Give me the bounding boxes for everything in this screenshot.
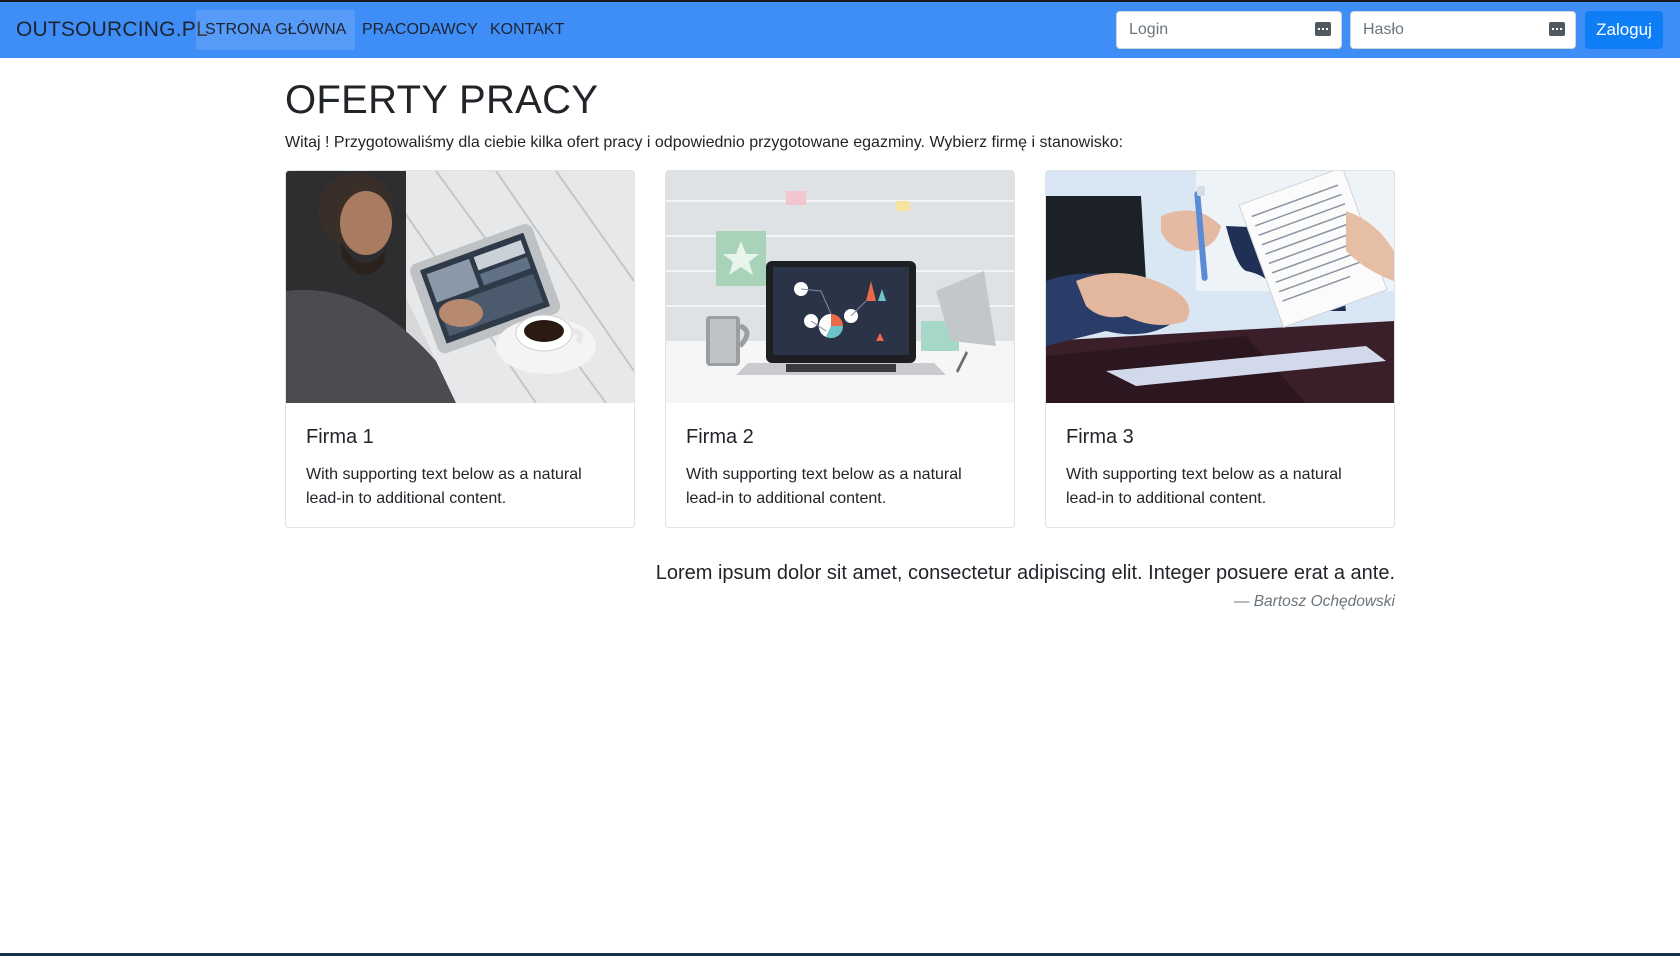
password-manager-icon[interactable] xyxy=(1549,22,1565,36)
intro-text: Witaj ! Przygotowaliśmy dla ciebie kilka… xyxy=(285,134,1124,151)
login-field xyxy=(1116,11,1342,49)
card-image-tablet xyxy=(286,171,634,403)
company-card-2[interactable]: Firma 2 With supporting text below as a … xyxy=(665,170,1015,528)
card-text: With supporting text below as a natural … xyxy=(306,466,582,507)
password-manager-icon[interactable] xyxy=(1315,22,1331,36)
navbar: OUTSOURCING.PL STRONA GŁÓWNA PRACODAWCY … xyxy=(0,2,1680,58)
nav-link-contact[interactable]: KONTAKT xyxy=(481,10,573,50)
card-image-laptop xyxy=(666,171,1014,403)
login-input[interactable] xyxy=(1117,12,1319,48)
card-image-documents xyxy=(1046,171,1394,403)
login-button[interactable]: Zaloguj xyxy=(1585,11,1663,49)
nav-link-employers[interactable]: PRACODAWCY xyxy=(353,10,487,50)
company-card-1[interactable]: Firma 1 With supporting text below as a … xyxy=(285,170,635,528)
page-title: OFERTY PRACY xyxy=(285,78,599,122)
nav-link-home[interactable]: STRONA GŁÓWNA xyxy=(196,10,356,50)
card-text: With supporting text below as a natural … xyxy=(686,466,962,507)
card-title: Firma 1 xyxy=(306,426,374,448)
card-title: Firma 2 xyxy=(686,426,754,448)
password-input[interactable] xyxy=(1351,12,1553,48)
brand-link[interactable]: OUTSOURCING.PL xyxy=(16,18,208,42)
password-field xyxy=(1350,11,1576,49)
company-card-3[interactable]: Firma 3 With supporting text below as a … xyxy=(1045,170,1395,528)
card-title: Firma 3 xyxy=(1066,426,1134,448)
card-text: With supporting text below as a natural … xyxy=(1066,466,1342,507)
blockquote-text: Lorem ipsum dolor sit amet, consectetur … xyxy=(655,562,1395,584)
blockquote-author: — Bartosz Ochędowski xyxy=(1233,593,1395,610)
